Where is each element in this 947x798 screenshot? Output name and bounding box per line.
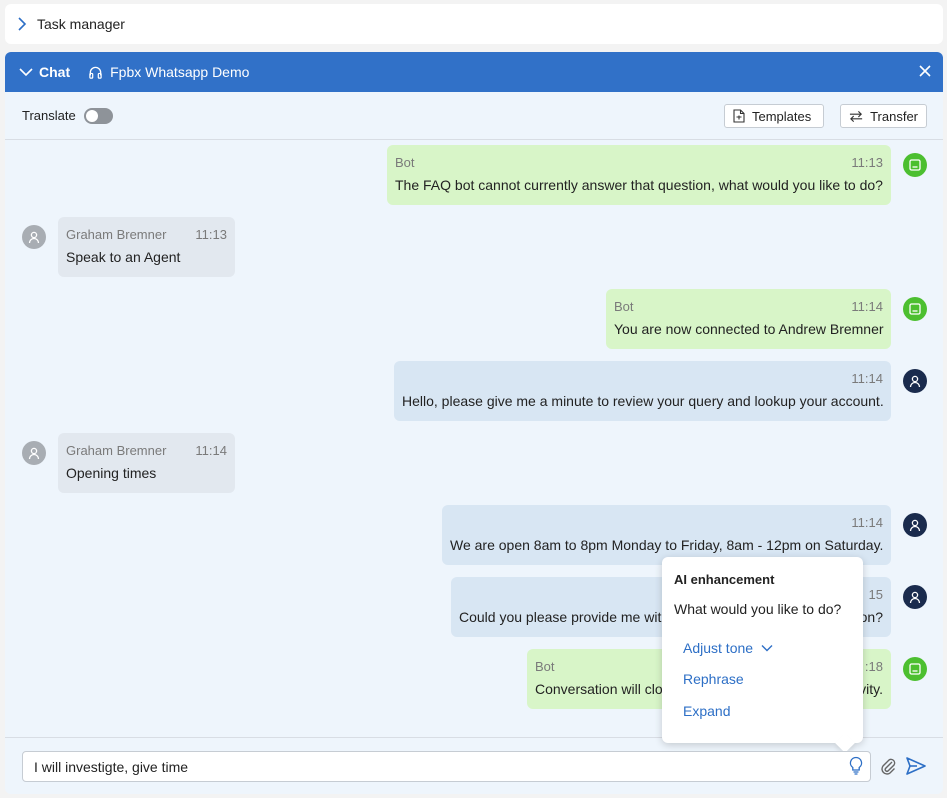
lightbulb-icon[interactable] <box>848 756 864 776</box>
ai-enhancement-popup: AI enhancement What would you like to do… <box>662 557 863 743</box>
adjust-tone-label: Adjust tone <box>683 640 754 656</box>
chat-toolbar: Translate Templates Transfer <box>5 92 943 140</box>
customer-avatar <box>22 225 46 249</box>
message-input[interactable] <box>34 758 834 775</box>
message-time: 11:13 <box>195 227 227 242</box>
message-customer: Graham Bremner 11:14 Opening times <box>58 433 235 493</box>
templates-label: Templates <box>752 108 812 124</box>
message-sender: Graham Bremner <box>66 443 167 458</box>
agent-avatar <box>903 369 927 393</box>
chevron-right-icon <box>17 17 27 31</box>
message-sender: Graham Bremner <box>66 227 167 242</box>
adjust-tone-option[interactable]: Adjust tone <box>683 640 773 656</box>
rephrase-option[interactable]: Rephrase <box>683 671 744 687</box>
translate-label: Translate <box>22 108 76 123</box>
chevron-down-icon[interactable] <box>19 67 33 77</box>
channel-name: Fpbx Whatsapp Demo <box>110 64 250 80</box>
message-text: Could you please provide me wit <box>459 609 662 625</box>
user-icon <box>909 375 921 388</box>
message-time: 11:14 <box>851 515 883 530</box>
message-time: 11:14 <box>851 371 883 386</box>
chat-header: Chat Fpbx Whatsapp Demo <box>5 52 943 92</box>
send-icon[interactable] <box>905 756 927 776</box>
message-sender: Bot <box>395 155 415 170</box>
bot-icon <box>909 159 921 171</box>
message-time: :18 <box>864 659 883 674</box>
bot-avatar <box>903 297 927 321</box>
message-bot: Bot 11:14 You are now connected to Andrew… <box>606 289 891 349</box>
message-text: You are now connected to Andrew Bremner <box>614 321 884 337</box>
translate-toggle[interactable] <box>83 107 113 124</box>
message-composer <box>22 751 871 782</box>
user-icon <box>909 591 921 604</box>
message-text: Opening times <box>66 465 157 481</box>
transfer-button[interactable]: Transfer <box>840 104 927 128</box>
paperclip-icon[interactable] <box>879 756 897 776</box>
message-text: We are open 8am to 8pm Monday to Friday,… <box>450 537 884 553</box>
task-manager-bar[interactable]: Task manager <box>5 4 943 44</box>
agent-avatar <box>903 513 927 537</box>
customer-avatar <box>22 441 46 465</box>
message-time: 11:14 <box>195 443 227 458</box>
document-icon <box>733 109 745 123</box>
message-time: 11:13 <box>851 155 883 170</box>
message-text: Conversation will clo <box>535 681 663 697</box>
message-customer: Graham Bremner 11:13 Speak to an Agent <box>58 217 235 277</box>
message-text: Hello, please give me a minute to review… <box>402 393 884 409</box>
templates-button[interactable]: Templates <box>724 104 824 128</box>
popup-title: AI enhancement <box>674 572 775 587</box>
task-manager-title: Task manager <box>37 16 125 32</box>
bot-icon <box>909 303 921 315</box>
headset-icon <box>88 65 103 80</box>
transfer-icon <box>849 110 863 122</box>
popup-question: What would you like to do? <box>674 601 842 617</box>
message-bot: Bot 11:13 The FAQ bot cannot currently an… <box>387 145 891 205</box>
message-time: 11:14 <box>851 299 883 314</box>
message-text: The FAQ bot cannot currently answer that… <box>395 177 883 193</box>
bot-avatar <box>903 153 927 177</box>
close-icon[interactable] <box>918 64 932 78</box>
message-time: 15 <box>868 587 883 602</box>
chat-label: Chat <box>39 64 71 80</box>
message-text-tail: on? <box>859 609 883 625</box>
message-agent: 11:14 Hello, please give me a minute to … <box>394 361 891 421</box>
chevron-down-icon <box>761 645 773 652</box>
bot-icon <box>909 663 921 675</box>
message-sender: Bot <box>614 299 634 314</box>
bot-avatar <box>903 657 927 681</box>
user-icon <box>28 231 40 244</box>
message-agent: 11:14 We are open 8am to 8pm Monday to F… <box>442 505 891 565</box>
user-icon <box>28 447 40 460</box>
transfer-label: Transfer <box>870 108 918 124</box>
message-sender: Bot <box>535 659 555 674</box>
user-icon <box>909 519 921 532</box>
expand-option[interactable]: Expand <box>683 703 730 719</box>
agent-avatar <box>903 585 927 609</box>
message-text: Speak to an Agent <box>66 249 181 265</box>
